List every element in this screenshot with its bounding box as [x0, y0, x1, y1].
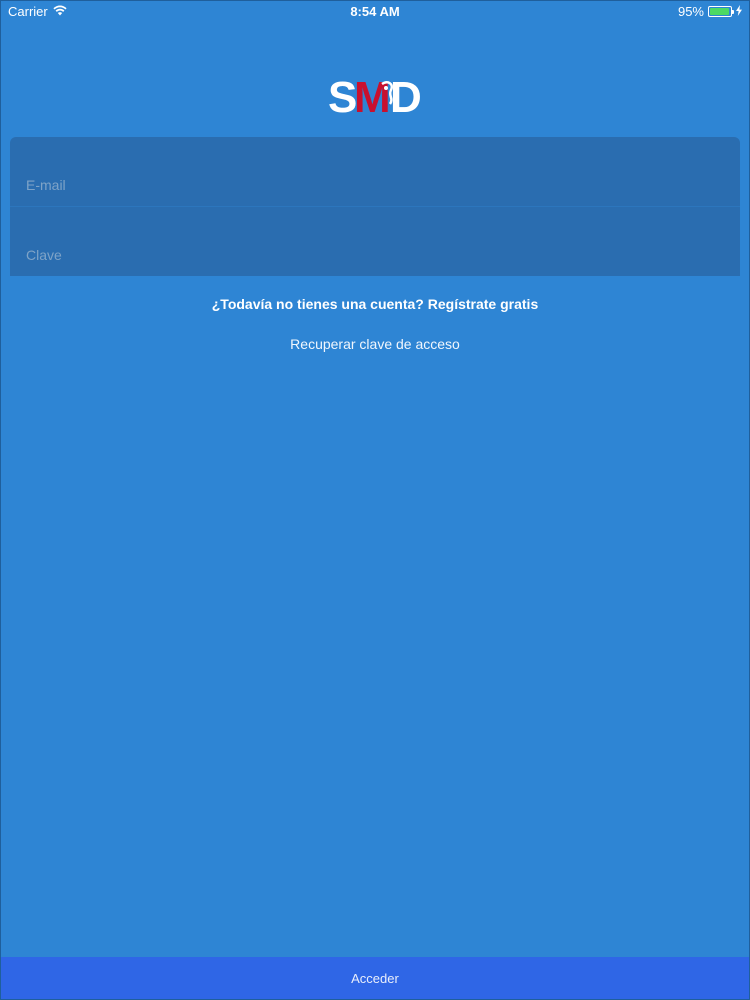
- carrier-label: Carrier: [8, 3, 48, 19]
- status-time: 8:54 AM: [350, 3, 400, 19]
- recover-password-link[interactable]: Recuperar clave de acceso: [0, 336, 750, 352]
- battery-tip: [732, 9, 734, 14]
- smd-logo: S M D: [328, 73, 424, 122]
- status-right: 95%: [542, 4, 742, 19]
- status-left: Carrier: [8, 4, 208, 19]
- access-button[interactable]: Acceder: [0, 957, 750, 1000]
- status-bar: Carrier 8:54 AM 95%: [0, 0, 750, 22]
- charging-icon: [736, 4, 742, 19]
- battery-percent: 95%: [677, 3, 704, 19]
- email-field[interactable]: [10, 137, 740, 206]
- login-form: [10, 137, 740, 276]
- smd-logo-graphic: S M D: [328, 73, 422, 122]
- svg-text:D: D: [390, 74, 422, 116]
- svg-text:S: S: [328, 74, 356, 116]
- svg-text:M: M: [354, 74, 388, 116]
- signup-link[interactable]: ¿Todavía no tienes una cuenta? Regístrat…: [0, 296, 750, 312]
- wifi-icon: [53, 4, 67, 19]
- battery-fill: [710, 7, 729, 15]
- password-field[interactable]: [10, 207, 740, 276]
- battery-icon: [708, 5, 734, 17]
